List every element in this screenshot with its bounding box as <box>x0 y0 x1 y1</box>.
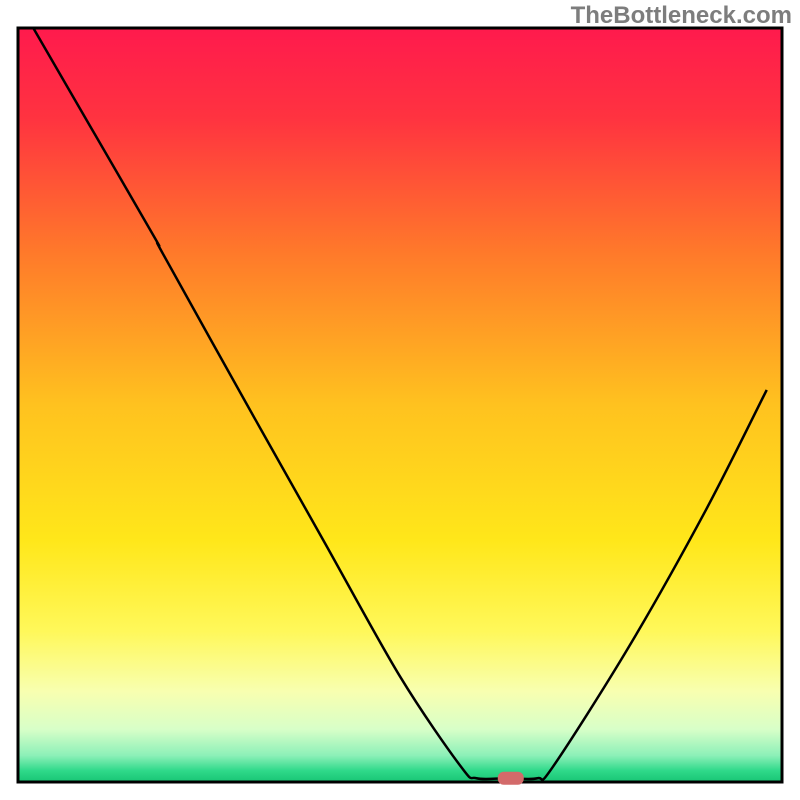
chart-container: TheBottleneck.com <box>0 0 800 800</box>
bottleneck-chart <box>0 0 800 800</box>
plot-area <box>18 28 782 782</box>
optimal-marker <box>498 772 524 785</box>
watermark-text: TheBottleneck.com <box>571 2 792 30</box>
